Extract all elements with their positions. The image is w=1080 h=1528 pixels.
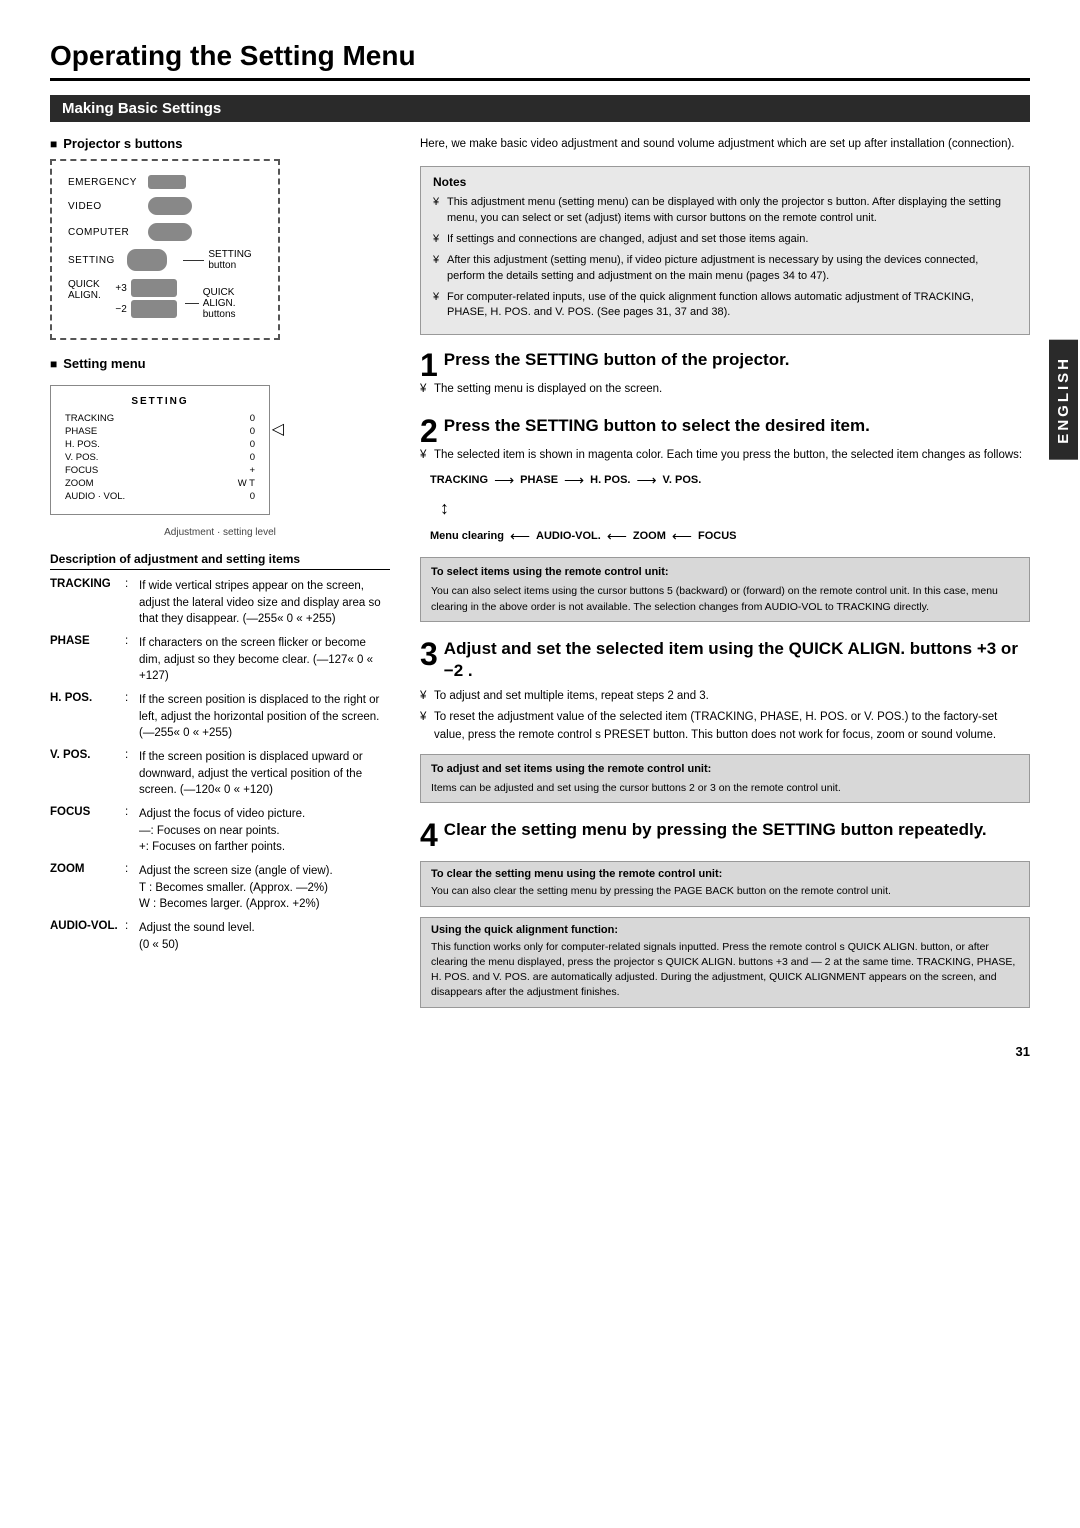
notes-item-3: After this adjustment (setting menu), if… [433, 253, 1017, 285]
flow-menu-clearing: Menu clearing [430, 528, 504, 545]
desc-row-zoom: ZOOM : Adjust the screen size (angle of … [50, 863, 390, 913]
notes-item-1: This adjustment menu (setting menu) can … [433, 195, 1017, 227]
plus3-button-shape [131, 279, 177, 297]
setting-label: SETTING [68, 255, 127, 266]
menu-item-audio: AUDIO · VOL.0 [65, 491, 255, 502]
section-header: Making Basic Settings [50, 95, 1030, 122]
memo-step3-title: To adjust and set items using the remote… [431, 761, 1019, 778]
memo-step2-title: To select items using the remote control… [431, 564, 1019, 581]
flow-audio-vol: AUDIO-VOL. [536, 528, 601, 545]
minus2-label: −2 [115, 304, 126, 315]
video-label: VIDEO [68, 201, 148, 212]
desc-row-phase: PHASE : If characters on the screen flic… [50, 635, 390, 685]
flow-vpos: V. POS. [663, 472, 702, 489]
flow-arrow-4: ⟵ [510, 526, 530, 547]
flow-tracking: TRACKING [430, 472, 488, 489]
menu-item-vpos: V. POS.0 [65, 452, 255, 463]
plus3-label: +3 [115, 283, 126, 294]
quick-align-arrow-label: QUICK ALIGN. buttons [203, 287, 262, 320]
intro-text: Here, we make basic video adjustment and… [420, 136, 1030, 154]
memo-step4b-text: This function works only for computer-re… [431, 940, 1019, 1001]
projector-diagram: EMERGENCY VIDEO COMPUTER SETTING [50, 159, 280, 340]
step-1-title: Press the SETTING button of the projecto… [420, 349, 1030, 371]
page-number: 31 [50, 1044, 1030, 1059]
emergency-label: EMERGENCY [68, 177, 148, 188]
flow-arrow-6: ⟵ [672, 526, 692, 547]
computer-label: COMPUTER [68, 227, 148, 238]
menu-item-hpos: H. POS.0 [65, 439, 255, 450]
page-title: Operating the Setting Menu [50, 40, 1030, 81]
english-sidebar: ENGLISH [1049, 340, 1078, 460]
setting-button-shape [127, 249, 167, 271]
align-label: ALIGN. [68, 290, 101, 301]
flow-arrow-2: ⟶ [564, 470, 584, 491]
flow-zoom: ZOOM [633, 528, 666, 545]
emergency-button-shape [148, 175, 186, 189]
step-4-title: Clear the setting menu by pressing the S… [420, 819, 1030, 841]
desc-row-tracking: TRACKING : If wide vertical stripes appe… [50, 578, 390, 628]
memo-step2-text: You can also select items using the curs… [431, 584, 1019, 614]
menu-pointer-icon: ◁ [272, 419, 284, 439]
step-3-number: 3 [420, 638, 438, 670]
step-1-block: 1 Press the SETTING button of the projec… [420, 349, 1030, 398]
video-button-shape [148, 197, 192, 215]
step-2-number: 2 [420, 415, 438, 447]
memo-step4b-title: Using the quick alignment function: [431, 924, 1019, 936]
computer-button-shape [148, 223, 192, 241]
step-3-block: 3 Adjust and set the selected item using… [420, 638, 1030, 804]
step-2-title: Press the SETTING button to select the d… [420, 415, 1030, 437]
flow-focus: FOCUS [698, 528, 737, 545]
desc-row-vpos: V. POS. : If the screen position is disp… [50, 749, 390, 799]
minus2-button-shape [131, 300, 177, 318]
diagram-caption: Adjustment · setting level [50, 527, 390, 538]
menu-item-zoom: ZOOMW T [65, 478, 255, 489]
step-1-number: 1 [420, 349, 438, 381]
quick-label: QUICK [68, 279, 100, 290]
menu-item-tracking: TRACKING0 [65, 413, 255, 424]
menu-item-phase: PHASE0 [65, 426, 255, 437]
menu-title: SETTING [65, 396, 255, 407]
step-3-bullet-1: To adjust and set multiple items, repeat… [420, 688, 1030, 705]
flow-down-arrow: ↕ [440, 495, 449, 522]
flow-arrow-3: ⟶ [636, 470, 656, 491]
projector-buttons-title: Projector s buttons [50, 136, 390, 151]
flow-hpos: H. POS. [590, 472, 630, 489]
notes-item-2: If settings and connections are changed,… [433, 232, 1017, 248]
setting-menu-title: Setting menu [50, 356, 390, 371]
notes-title: Notes [433, 175, 1017, 189]
step-2-block: 2 Press the SETTING button to select the… [420, 415, 1030, 622]
step-1-bullet-1: The setting menu is displayed on the scr… [420, 381, 1030, 398]
memo-step4a-text: You can also clear the setting menu by p… [431, 884, 1019, 899]
notes-item-4: For computer-related inputs, use of the … [433, 290, 1017, 322]
step-3-bullet-2: To reset the adjustment value of the sel… [420, 709, 1030, 744]
step-4-block: 4 Clear the setting menu by pressing the… [420, 819, 1030, 1007]
desc-row-focus: FOCUS : Adjust the focus of video pictur… [50, 806, 390, 856]
step-2-bullet-1: The selected item is shown in magenta co… [420, 447, 1030, 464]
setting-button-arrow-label: SETTING button [208, 249, 262, 271]
desc-row-hpos: H. POS. : If the screen position is disp… [50, 692, 390, 742]
flow-arrow-1: ⟶ [494, 470, 514, 491]
flow-arrow-5: ⟵ [607, 526, 627, 547]
memo-step4b: Using the quick alignment function: This… [420, 917, 1030, 1008]
memo-step3: To adjust and set items using the remote… [420, 754, 1030, 804]
flow-phase: PHASE [520, 472, 558, 489]
memo-step2: To select items using the remote control… [420, 557, 1030, 622]
desc-section-title: Description of adjustment and setting it… [50, 552, 390, 570]
menu-item-focus: FOCUS+ [65, 465, 255, 476]
desc-row-audiovol: AUDIO-VOL. : Adjust the sound level.(0 «… [50, 920, 390, 953]
step-3-title: Adjust and set the selected item using t… [420, 638, 1030, 682]
memo-step3-text: Items can be adjusted and set using the … [431, 781, 1019, 796]
setting-menu-diagram: SETTING TRACKING0 PHASE0 H. POS.0 [50, 385, 270, 515]
memo-step4a: To clear the setting menu using the remo… [420, 861, 1030, 906]
memo-step4a-title: To clear the setting menu using the remo… [431, 868, 1019, 880]
notes-box: Notes This adjustment menu (setting menu… [420, 166, 1030, 336]
step-4-number: 4 [420, 819, 438, 851]
